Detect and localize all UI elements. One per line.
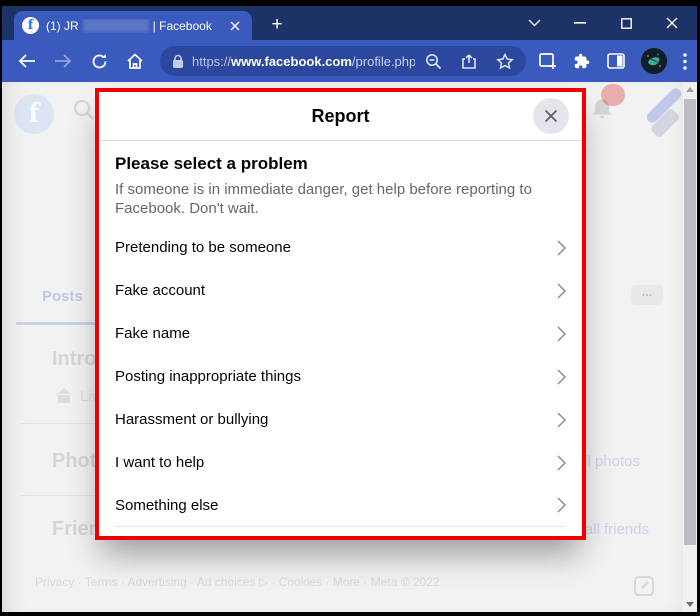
zoom-out-icon[interactable] [425,53,442,70]
edit-compose-icon [632,574,656,598]
close-icon [543,108,559,124]
chevron-right-icon [557,326,566,342]
posts-tab-underline [16,322,96,325]
minimize-button[interactable] [569,12,591,34]
dialog-close-button[interactable] [533,98,569,134]
browser-toolbar: https://www.facebook.com/profile.php… [2,40,697,82]
problem-heading: Please select a problem [115,153,566,174]
lock-icon [172,54,184,69]
tab-title-prefix: (1) JR [46,19,79,33]
reload-icon[interactable] [84,46,114,76]
intro-heading: Intro [52,348,96,371]
lives-in-home-icon [54,386,74,404]
url-text: https://www.facebook.com/profile.php… [192,54,415,69]
option-something-else[interactable]: Something else [115,484,566,527]
chevron-right-icon [557,369,566,385]
option-fake-name[interactable]: Fake name [115,312,566,355]
bookmark-star-icon[interactable] [496,53,514,70]
option-label: Posting inappropriate things [115,368,301,385]
tab-title: (1) JR | Facebook [46,19,226,33]
page-scrollbar[interactable] [683,82,697,612]
browser-titlebar: f (1) JR | Facebook + [2,6,697,40]
menu-kebab-icon[interactable] [683,53,687,70]
chevron-right-icon [557,412,566,428]
home-icon[interactable] [120,46,150,76]
option-harassment-or-bullying[interactable]: Harassment or bullying [115,398,566,441]
chevron-right-icon [557,283,566,299]
report-dialog: Report Please select a problem If someon… [99,92,582,536]
search-icon [72,98,96,122]
url-scheme: https:// [192,54,231,69]
profile-more-button: ... [631,285,663,305]
option-label: Fake account [115,282,205,299]
chevron-right-icon [557,497,566,513]
maximize-button[interactable] [615,12,637,34]
scrollbar-thumb[interactable] [684,99,696,545]
facebook-logo-icon: f [14,94,54,134]
tab-search-chevron-icon[interactable] [523,12,545,34]
redacted-name-blur [83,19,149,32]
footer-links: Privacy · Terms · Advertising · Ad choic… [35,575,440,589]
problem-subtitle: If someone is in immediate danger, get h… [115,180,566,218]
tab-title-suffix: | Facebook [153,19,212,33]
profile-avatar[interactable] [641,48,667,74]
option-label: Harassment or bullying [115,411,268,428]
dialog-title: Report [312,106,370,127]
new-tab-button[interactable]: + [264,12,290,38]
tab-close-icon[interactable] [226,17,244,35]
facebook-favicon-icon: f [22,17,39,34]
scrollbar-up-icon[interactable] [683,82,697,97]
notification-badge [601,84,625,106]
back-icon[interactable] [12,46,42,76]
extensions-puzzle-icon[interactable] [573,52,591,70]
report-options-list: Pretending to be someone Fake account Fa… [115,226,566,527]
option-posting-inappropriate-things[interactable]: Posting inappropriate things [115,355,566,398]
scrollbar-down-icon[interactable] [683,597,697,612]
option-pretending-to-be-someone[interactable]: Pretending to be someone [115,226,566,269]
forward-icon[interactable] [48,46,78,76]
url-domain: www.facebook.com [231,54,352,69]
tab-posts: Posts [42,288,83,305]
option-fake-account[interactable]: Fake account [115,269,566,312]
close-window-button[interactable] [661,12,683,34]
option-label: Something else [115,497,218,514]
share-icon[interactable] [460,53,478,70]
address-bar[interactable]: https://www.facebook.com/profile.php… [160,46,526,76]
annotation-red-box: Report Please select a problem If someon… [95,88,586,540]
option-label: Fake name [115,325,190,342]
chevron-right-icon [557,240,566,256]
report-dialog-header: Report [99,92,582,140]
option-label: I want to help [115,454,204,471]
option-i-want-to-help[interactable]: I want to help [115,441,566,484]
browser-tab-facebook[interactable]: f (1) JR | Facebook [14,11,252,40]
url-path: /profile.php… [352,54,415,69]
screen-capture-icon[interactable] [538,52,557,70]
side-panel-icon[interactable] [607,53,625,69]
option-label: Pretending to be someone [115,239,291,256]
chevron-right-icon [557,455,566,471]
